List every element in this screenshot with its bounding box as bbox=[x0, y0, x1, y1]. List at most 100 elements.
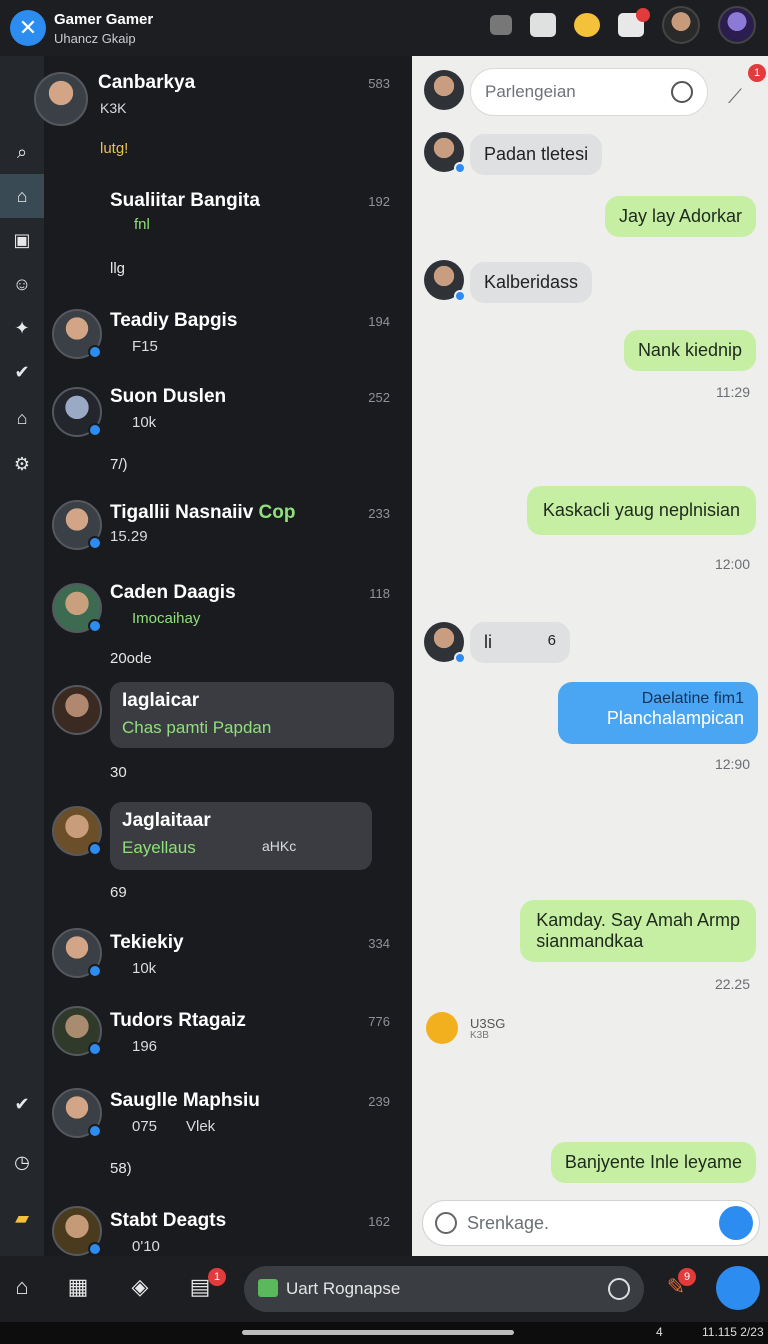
chat-name: Teadiy Bapgis bbox=[110, 310, 238, 331]
search-icon[interactable]: ⌕ bbox=[0, 130, 44, 174]
avatar[interactable] bbox=[662, 6, 700, 44]
list-item[interactable]: Caden Daagis Imocaihay 118 20ode bbox=[44, 580, 412, 680]
check-circle-icon[interactable]: ✔ bbox=[0, 350, 44, 394]
message-text-2: sianmandkaa bbox=[536, 931, 644, 951]
send-button[interactable] bbox=[719, 1206, 753, 1240]
media-icon[interactable] bbox=[618, 8, 650, 37]
home-indicator bbox=[242, 1330, 514, 1335]
chat-meta: 10k bbox=[132, 960, 157, 977]
chat-meta: F15 bbox=[132, 338, 158, 355]
chat-meta: Chas pamti Papdan bbox=[122, 718, 272, 737]
house-icon[interactable]: ⌂ bbox=[0, 396, 44, 440]
status-left: 4 bbox=[656, 1325, 663, 1339]
emoji-icon[interactable] bbox=[435, 1212, 457, 1234]
avatar bbox=[424, 622, 466, 664]
message-input[interactable]: Srenkage. bbox=[422, 1200, 760, 1246]
avatar bbox=[52, 583, 102, 633]
chat-name-suffix: Cop bbox=[258, 502, 296, 523]
avatar bbox=[52, 1088, 102, 1138]
reactions: 20ode bbox=[110, 650, 152, 667]
chat-meta: K3K bbox=[100, 100, 127, 116]
list-item[interactable]: Tudors Rtagaiz 196 776 bbox=[44, 1006, 412, 1076]
shield-icon[interactable]: ◈ bbox=[126, 1274, 154, 1302]
avatar bbox=[52, 309, 102, 359]
message-out: Kamday. Say Amah Armp sianmandkaa bbox=[520, 900, 756, 962]
bottom-search[interactable]: Uart Rognapse bbox=[244, 1266, 644, 1312]
folder-icon[interactable]: ▰ bbox=[0, 1196, 44, 1240]
chat-name: Canbarkya bbox=[98, 72, 196, 93]
avatar bbox=[52, 928, 102, 978]
compose-button[interactable] bbox=[716, 1266, 760, 1310]
avatar bbox=[52, 806, 102, 856]
compass-icon[interactable] bbox=[608, 1278, 630, 1300]
list-item[interactable]: Suon Duslen 10k 252 7/) bbox=[44, 384, 412, 484]
chat-name: Stabt Deagts bbox=[110, 1210, 227, 1231]
reaction-icon[interactable] bbox=[426, 1012, 458, 1044]
home-icon[interactable]: ⌂ bbox=[0, 174, 44, 218]
list-item[interactable]: Tekiekiy 10k 334 bbox=[44, 924, 412, 994]
reactions: 7/) bbox=[110, 456, 128, 473]
video-icon[interactable] bbox=[490, 15, 512, 35]
chat-count: 233 bbox=[368, 506, 390, 521]
chat-name: Sauglle Maphsiu bbox=[110, 1090, 260, 1111]
game-icon[interactable]: ✦ bbox=[0, 306, 44, 350]
verified-badge bbox=[454, 290, 466, 302]
square-icon[interactable]: ▣ bbox=[0, 218, 44, 262]
message-time: 11:29 bbox=[716, 384, 750, 400]
list-item[interactable]: Jaglaitaar Eayellaus aHKc 69 bbox=[44, 802, 412, 910]
store-icon[interactable]: ▦ bbox=[64, 1274, 92, 1302]
chat-meta: 10k bbox=[132, 414, 157, 431]
user-icon[interactable]: ☺ bbox=[0, 262, 44, 306]
message-in: li 6 bbox=[470, 622, 570, 663]
pen-badge: 9 bbox=[678, 1268, 696, 1286]
pin-icon[interactable]: ⟋ bbox=[728, 86, 742, 109]
verified-badge bbox=[454, 162, 466, 174]
list-item[interactable]: Canbarkya K3K 583 lutg! bbox=[34, 68, 412, 188]
chat-name: Tudors Rtagaiz bbox=[110, 1010, 246, 1031]
chat-name: Jaglaitaar bbox=[122, 810, 211, 831]
gear-icon[interactable]: ⚙ bbox=[0, 442, 44, 486]
message-out-blue: Daelatine fim1 Planchalampican bbox=[558, 682, 758, 744]
avatar[interactable] bbox=[718, 6, 756, 44]
verified-badge bbox=[88, 1242, 102, 1256]
list-item[interactable]: Teadiy Bapgis F15 194 bbox=[44, 306, 412, 376]
list-item[interactable]: Iaglaicar Chas pamti Papdan 30 bbox=[44, 682, 412, 790]
message-out: Kaskacli yaug neplnisian bbox=[526, 486, 756, 535]
verified-badge bbox=[88, 964, 102, 978]
message-text: Planchalampican bbox=[606, 708, 744, 728]
verified-badge bbox=[88, 345, 102, 359]
message-out: Jay lay Adorkar bbox=[604, 196, 756, 237]
search-input[interactable]: Parlengeian bbox=[470, 68, 708, 116]
message-out: Banjyente Inle leyame bbox=[550, 1142, 756, 1183]
home-icon[interactable]: ⌂ bbox=[8, 1274, 36, 1302]
chat-meta: Imocaihay bbox=[132, 610, 201, 627]
list-item[interactable]: Sauglle Maphsiu 075 Vlek 239 58) bbox=[44, 1088, 412, 1188]
close-icon[interactable]: ✕ bbox=[10, 10, 46, 46]
conversation-panel: Parlengeian ⟋ 1 Padan tletesi Jay lay Ad… bbox=[412, 56, 768, 1256]
chat-meta: 15.29 bbox=[110, 528, 148, 545]
clock-icon[interactable]: ◷ bbox=[0, 1140, 44, 1184]
verified-badge bbox=[88, 619, 102, 633]
avatar bbox=[424, 260, 466, 302]
chat-count: 239 bbox=[368, 1094, 390, 1109]
top-bar: ✕ Gamer Gamer Uhancz Gkaip bbox=[0, 0, 768, 56]
chat-count: 192 bbox=[368, 194, 390, 209]
check-icon[interactable]: ✔ bbox=[0, 1082, 44, 1126]
notification-icon[interactable] bbox=[574, 13, 600, 37]
chat-name: Suon Duslen bbox=[110, 386, 227, 407]
chat-meta: 0'10 bbox=[132, 1238, 160, 1255]
chat-meta: 196 bbox=[132, 1038, 158, 1055]
top-actions bbox=[490, 6, 756, 44]
avatar bbox=[52, 1206, 102, 1256]
smile-icon[interactable] bbox=[671, 81, 693, 103]
chat-icon[interactable] bbox=[530, 13, 556, 37]
compose-placeholder: Srenkage. bbox=[467, 1212, 550, 1233]
chat-name: Iaglaicar bbox=[122, 690, 200, 711]
chat-count: 776 bbox=[368, 1014, 390, 1029]
list-item[interactable]: Tigallii Nasnaiiv Cop 15.29 233 bbox=[44, 498, 412, 568]
avatar[interactable] bbox=[424, 70, 464, 110]
list-item[interactable]: Sualiitar Bangita fnl 192 llg bbox=[44, 186, 412, 296]
chat-meta: 075 bbox=[132, 1118, 158, 1135]
reactions: lutg! bbox=[100, 140, 129, 157]
avatar bbox=[424, 132, 466, 174]
